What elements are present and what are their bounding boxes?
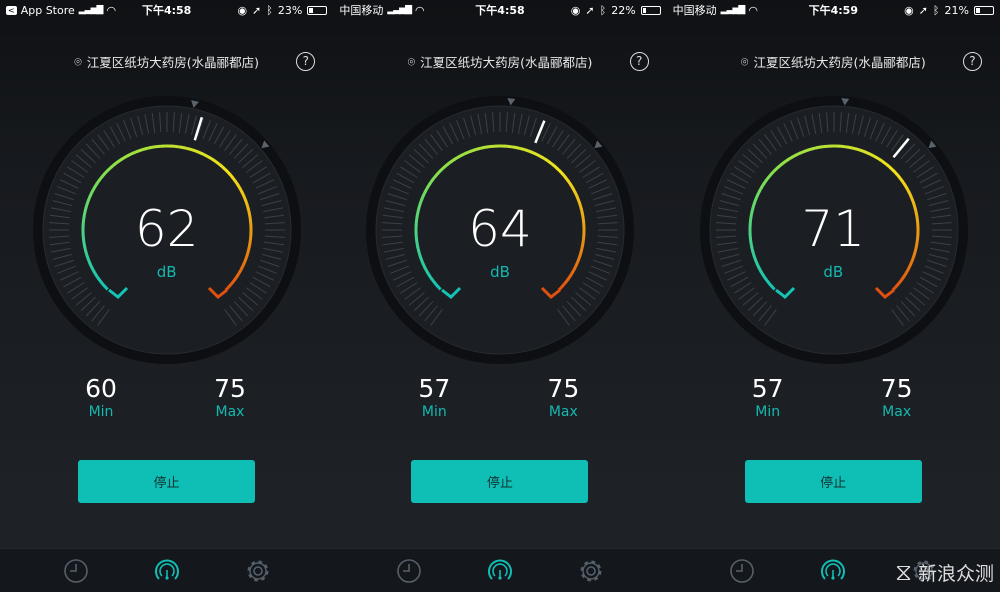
bluetooth-icon: ᛒ — [599, 3, 607, 17]
status-bar: < App Store ▂▃▅▇ ◠ 下午4:58 ◉ ➚ ᛒ 23% — [0, 0, 333, 20]
min-label: Min — [755, 404, 781, 420]
location[interactable]: ⌾ 江夏区纸坊大药房(水晶郦都店) — [667, 52, 1000, 71]
location-pin-icon: ⌾ — [740, 53, 749, 69]
lock-rotation-icon: ◉ — [904, 3, 914, 17]
tab-history[interactable] — [61, 556, 91, 586]
battery-icon — [307, 5, 328, 15]
decibel-unit: dB — [823, 263, 844, 281]
gear-icon — [247, 560, 269, 581]
watermark-logo-icon: ⧖ — [895, 558, 912, 586]
location[interactable]: ⌾ 江夏区纸坊大药房(水晶郦都店) — [333, 52, 666, 71]
battery-percent: 23% — [277, 3, 303, 17]
status-bar: < 中国移动 ▂▃▅▇ ◠ 下午4:59 ◉➚ᛒ 21% — [667, 0, 1000, 20]
carrier-label: 中国移动 — [672, 4, 717, 17]
signal-icon: ▂▃▅▇ — [78, 5, 104, 15]
status-bar: < 中国移动 ▂▃▅▇ ◠ 下午4:58 ◉➚ᛒ 22% — [333, 0, 666, 20]
gauge-icon — [821, 559, 846, 580]
phone-screen: < 中国移动 ▂▃▅▇ ◠ 下午4:58 ◉➚ᛒ 22% ⌾江夏区纸坊大药房(水… — [333, 0, 667, 592]
max-value: 75 — [214, 374, 246, 403]
gauge-icon — [154, 559, 179, 580]
location-name: 江夏区纸坊大药房(水晶郦都店) — [86, 55, 260, 70]
tab-history[interactable] — [394, 556, 424, 586]
min-stat: 60 Min — [61, 374, 141, 420]
clock-icon — [397, 558, 421, 583]
decibel-value: 64 — [468, 200, 532, 258]
decibel-unit: dB — [490, 263, 510, 281]
location-pin-icon: ⌾ — [407, 53, 416, 69]
location-pin-icon: ⌾ — [74, 53, 82, 69]
tab-bar — [333, 548, 667, 592]
stop-button[interactable]: 停止 — [744, 460, 922, 503]
lock-rotation-icon: ◉ — [237, 3, 248, 17]
bluetooth-icon: ᛒ — [932, 3, 940, 17]
signal-icon: ▂▃▅▇ — [387, 5, 412, 15]
max-label: Max — [215, 404, 245, 420]
watermark: ⧖ 新浪众测 — [895, 558, 994, 586]
signal-icon: ▂▃▅▇ — [720, 5, 746, 15]
battery-percent: 21% — [944, 3, 969, 17]
help-button[interactable]: ? — [629, 52, 649, 71]
carrier-label: App Store — [20, 3, 75, 17]
battery-percent: 22% — [611, 3, 636, 17]
help-button[interactable]: ? — [962, 52, 982, 71]
lock-rotation-icon: ◉ — [570, 3, 581, 17]
max-label: Max — [882, 404, 912, 420]
battery-icon — [640, 5, 661, 15]
gauge-icon — [487, 559, 512, 580]
location-name: 江夏区纸坊大药房(水晶郦都店) — [753, 55, 926, 70]
carrier-label: 中国移动 — [339, 4, 384, 17]
clock-icon — [730, 558, 755, 583]
tab-settings[interactable] — [243, 556, 273, 586]
wifi-icon: ◠ — [106, 3, 117, 17]
max-stat: 75 Max — [523, 374, 603, 420]
tab-meter[interactable] — [818, 556, 848, 586]
min-value: 57 — [751, 374, 784, 403]
decibel-value: 62 — [134, 200, 199, 258]
watermark-text: 新浪众测 — [917, 562, 994, 585]
location[interactable]: ⌾ 江夏区纸坊大药房(水晶郦都店) — [0, 52, 333, 71]
tab-meter[interactable] — [485, 556, 515, 586]
battery-icon — [973, 5, 994, 15]
tab-meter[interactable] — [152, 556, 182, 586]
gear-icon — [580, 560, 602, 581]
location-arrow-icon: ➚ — [918, 3, 928, 17]
min-label: Min — [88, 404, 114, 420]
location-name: 江夏区纸坊大药房(水晶郦都店) — [420, 55, 593, 70]
min-stat: 57 Min — [394, 374, 474, 420]
decibel-unit: dB — [156, 263, 177, 281]
clock-icon — [63, 558, 88, 583]
bluetooth-icon: ᛒ — [266, 3, 273, 17]
stop-button[interactable]: 停止 — [78, 460, 255, 503]
min-value: 57 — [418, 374, 451, 403]
decibel-value: 71 — [801, 200, 866, 258]
max-stat: 75 Max — [857, 374, 937, 420]
max-stat: 75 Max — [190, 374, 270, 420]
wifi-icon: ◠ — [748, 3, 758, 17]
location-arrow-icon: ➚ — [252, 3, 262, 17]
tab-history[interactable] — [727, 556, 757, 586]
min-label: Min — [421, 404, 447, 420]
phone-screen: < App Store ▂▃▅▇ ◠ 下午4:58 ◉ ➚ ᛒ 23% ⌾ 江夏区纸坊… — [0, 0, 334, 592]
tab-bar — [0, 548, 334, 592]
max-value: 75 — [547, 374, 580, 403]
tab-settings[interactable] — [576, 556, 606, 586]
phone-screen: < 中国移动 ▂▃▅▇ ◠ 下午4:59 ◉➚ᛒ 21% ⌾江夏区纸坊大药房(水… — [666, 0, 1000, 592]
min-value: 60 — [85, 374, 117, 403]
wifi-icon: ◠ — [415, 3, 425, 17]
max-label: Max — [548, 404, 578, 420]
max-value: 75 — [880, 374, 913, 403]
stop-button[interactable]: 停止 — [411, 460, 589, 503]
location-arrow-icon: ➚ — [585, 3, 595, 17]
min-stat: 57 Min — [728, 374, 808, 420]
back-icon[interactable]: < — [6, 5, 17, 15]
